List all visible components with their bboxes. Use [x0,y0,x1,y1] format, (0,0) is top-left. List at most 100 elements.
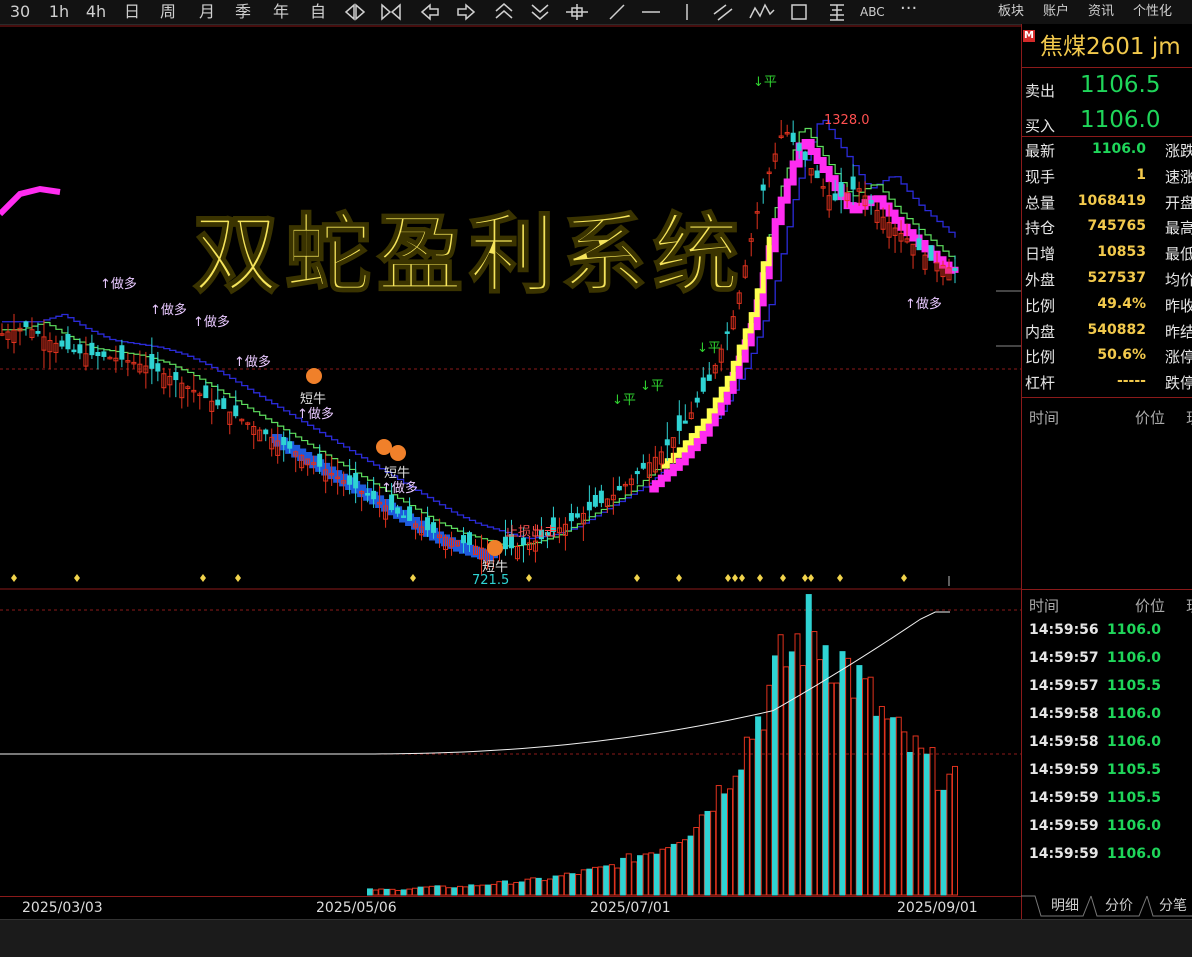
stat-label: 最新 [1025,142,1056,160]
buy-label: 买入 [1025,117,1056,135]
menu-news[interactable]: 资讯 [1088,3,1114,21]
menu-personalize[interactable]: 个性化 [1133,3,1172,21]
volume-bar [749,738,756,896]
volume-bar [558,875,565,896]
buy-signal: ↑做多 [100,276,137,292]
candle-body [317,453,323,467]
trendline-icon[interactable] [609,4,625,20]
stat-label-right: 昨结 [1165,322,1192,341]
volume-bar [755,716,762,896]
wave-icon[interactable] [749,3,775,19]
period-4h[interactable]: 4h [84,2,108,22]
tab-tick[interactable]: 分笔 [1153,896,1192,916]
zoom-in-icon[interactable] [381,3,401,21]
period-day[interactable]: 日 [122,2,142,22]
volume-bar [940,789,947,896]
close-signal: ↓平 [697,341,721,356]
volume-bar [772,655,778,896]
volume-bar [434,885,441,896]
volume-bar [923,753,930,896]
volume-bar [569,873,576,896]
volume-bar [850,697,857,896]
diamond-marker [780,574,786,582]
diamond-marker [526,574,532,582]
candle-body [365,492,371,496]
candle-body [347,475,353,485]
stat-label: 内盘 [1025,322,1056,341]
status-bar [0,919,1192,957]
text-tool-button[interactable]: ABC [860,3,885,21]
symbol-code: jm [1151,34,1181,60]
period-month[interactable]: 月 [197,2,217,22]
zoom-out-icon[interactable] [344,3,366,21]
stat-label-right: 昨收 [1165,296,1192,315]
tick-header-time: 时间 [1029,409,1060,427]
volume-bar [783,666,790,896]
tab-price-distribution[interactable]: 分价 [1099,896,1139,916]
diamond-marker [676,574,682,582]
candle-body [173,372,179,381]
period-custom[interactable]: 自 [308,2,328,22]
volume-bar [732,775,739,896]
parallel-line-icon[interactable] [713,4,733,21]
volume-bar [687,835,694,896]
volume-bar [406,888,413,896]
stat-label-right: 涨跌 [1165,142,1192,160]
volume-bar [653,853,660,896]
tick-row: 14:59:57 1105.5 [1022,673,1192,701]
volume-bar [552,875,559,896]
period-1h[interactable]: 1h [48,2,70,22]
volume-bar [592,866,598,896]
tick-row: 14:59:59 1105.5 [1022,757,1192,785]
diamond-marker [200,574,206,582]
period-year[interactable]: 年 [271,2,291,22]
symbol-title[interactable]: 焦煤2601 jm [1040,27,1181,61]
magenta-band-start [0,185,61,217]
volume-bar [485,884,492,896]
volume-bar [884,718,891,896]
candle-body [682,420,688,424]
menu-account[interactable]: 账户 [1043,3,1069,21]
kline-chart[interactable]: ↑做多↑做多↑做多↑做多↑做多↑做多↑做多↓平↓平↓平↓平短牛短牛短牛 1328… [0,24,1021,896]
more-tools-button[interactable]: ··· [900,0,917,18]
diamond-marker [802,574,808,582]
divider [1022,397,1192,398]
volume-bars [0,594,958,896]
short-bull-signal: 短牛 [300,392,326,407]
candle-body [916,238,922,251]
tick-price: 1106.0 [1107,622,1162,638]
diamond-marker [410,574,416,582]
tick-time: 14:59:57 [1029,678,1099,694]
tick-price: 1106.0 [1107,818,1162,834]
tab-detail[interactable]: 明细 [1045,896,1085,916]
period-week[interactable]: 周 [158,2,178,22]
stat-label: 外盘 [1025,271,1056,289]
period-quarter[interactable]: 季 [233,2,253,22]
stat-value: 1106.0 [1091,141,1146,157]
stat-label: 比例 [1025,348,1056,367]
fib-icon[interactable] [830,4,844,21]
candle-body [23,321,29,328]
volume-bar [625,853,632,896]
stat-value: 745765 [1087,218,1146,235]
candle-body [233,405,239,417]
menu-sectors[interactable]: 板块 [998,3,1024,21]
rectangle-icon[interactable] [791,4,807,20]
volume-bar [890,717,897,896]
arrow-left-icon[interactable] [420,3,439,21]
volume-bar [597,866,604,896]
volume-bar [648,852,655,896]
period-30m[interactable]: 30 [8,2,32,22]
arrow-down-icon[interactable] [531,4,549,20]
overlay-title: 双蛇盈利系统 [192,204,745,306]
volume-bar [766,684,773,896]
volume-bar [845,657,852,896]
buy-signal: ↑做多 [297,406,334,422]
volume-bar [378,888,385,896]
tick-row: 14:59:57 1106.0 [1022,645,1192,673]
tick-time: 14:59:56 [1029,622,1099,638]
candle-body [101,351,107,357]
arrow-right-icon[interactable] [457,3,476,21]
arrow-up-icon[interactable] [495,3,513,19]
crosshair-icon[interactable] [566,4,588,20]
